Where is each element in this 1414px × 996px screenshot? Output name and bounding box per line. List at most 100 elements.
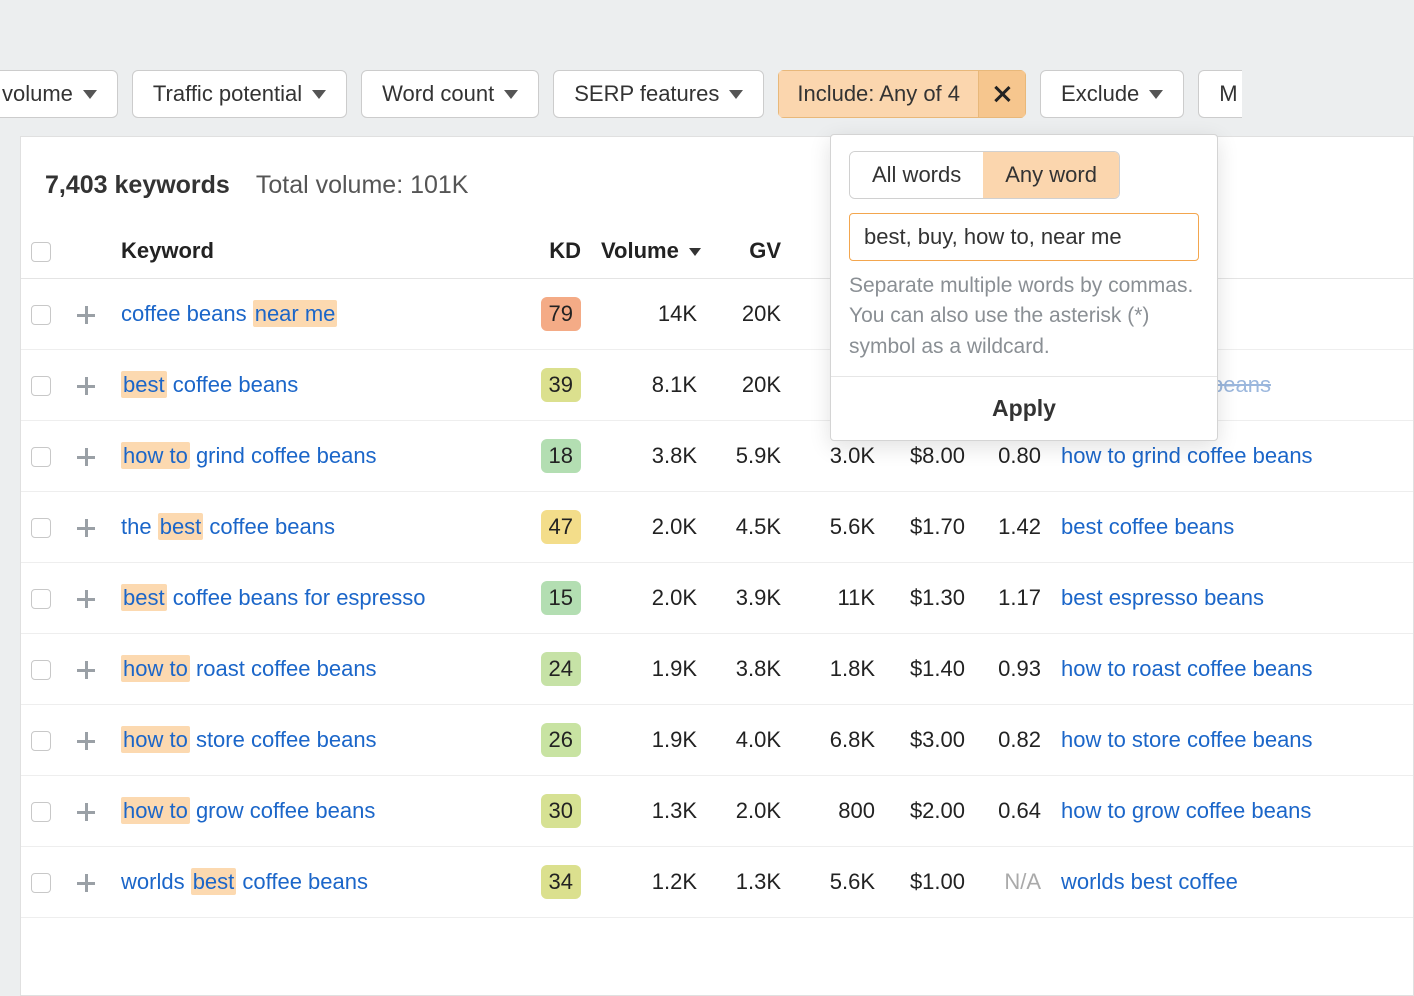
keyword-link[interactable]: how to grow coffee beans — [121, 797, 375, 824]
gv-value: 4.0K — [707, 705, 791, 776]
cpc-value: $1.40 — [885, 634, 975, 705]
match-tabs: ms match Phrase match — [0, 0, 1414, 16]
keyword-link[interactable]: best coffee beans for espresso — [121, 584, 425, 611]
row-checkbox[interactable] — [31, 305, 51, 325]
filter-include-chip: Include: Any of 4 — [778, 70, 1026, 118]
include-hint-text: Separate multiple words by commas. You c… — [831, 271, 1217, 376]
cpc-value: $1.70 — [885, 492, 975, 563]
gv-value: 3.9K — [707, 563, 791, 634]
gv-value: 5.9K — [707, 421, 791, 492]
select-all-checkbox[interactable] — [31, 242, 51, 262]
col-gv[interactable]: GV — [707, 224, 791, 279]
kd-badge: 47 — [541, 510, 581, 544]
row-checkbox[interactable] — [31, 873, 51, 893]
filter-volume[interactable]: volume — [0, 70, 118, 118]
filter-serp-features[interactable]: SERP features — [553, 70, 764, 118]
keyword-link[interactable]: the best coffee beans — [121, 513, 335, 540]
segment-any-word[interactable]: Any word — [983, 152, 1119, 198]
chevron-down-icon — [504, 90, 518, 99]
expand-icon[interactable] — [77, 519, 95, 537]
tp-value: 11K — [791, 563, 885, 634]
keyword-link[interactable]: how to roast coffee beans — [121, 655, 377, 682]
keyword-link[interactable]: best coffee beans — [121, 371, 298, 398]
cps-value: 0.93 — [975, 634, 1051, 705]
total-volume: Total volume: 101K — [256, 171, 469, 200]
filter-more-label: M — [1219, 81, 1237, 107]
kd-badge: 24 — [541, 652, 581, 686]
table-row: how to store coffee beans261.9K4.0K6.8K$… — [21, 705, 1413, 776]
row-checkbox[interactable] — [31, 447, 51, 467]
volume-value: 14K — [591, 279, 707, 350]
parent-topic-link[interactable]: how to roast coffee beans — [1061, 656, 1313, 681]
cps-value: N/A — [975, 847, 1051, 918]
volume-value: 8.1K — [591, 350, 707, 421]
tp-value: 1.8K — [791, 634, 885, 705]
volume-value: 3.8K — [591, 421, 707, 492]
filter-exclude[interactable]: Exclude — [1040, 70, 1184, 118]
volume-value: 1.9K — [591, 705, 707, 776]
keyword-link[interactable]: worlds best coffee beans — [121, 868, 368, 895]
tp-value: 5.6K — [791, 492, 885, 563]
filter-more[interactable]: M — [1198, 70, 1241, 118]
keyword-link[interactable]: how to store coffee beans — [121, 726, 377, 753]
expand-icon[interactable] — [77, 448, 95, 466]
parent-topic-link[interactable]: how to store coffee beans — [1061, 727, 1313, 752]
col-keyword[interactable]: Keyword — [111, 224, 511, 279]
filter-include-label[interactable]: Include: Any of 4 — [778, 70, 979, 118]
parent-topic-link[interactable]: worlds best coffee — [1061, 869, 1238, 894]
row-checkbox[interactable] — [31, 731, 51, 751]
sort-desc-icon — [689, 248, 701, 256]
parent-topic-link[interactable]: best espresso beans — [1061, 585, 1264, 610]
gv-value: 20K — [707, 350, 791, 421]
filters-row: volume Traffic potential Word count SERP… — [0, 16, 1414, 136]
volume-value: 1.3K — [591, 776, 707, 847]
filter-include-clear[interactable] — [979, 70, 1026, 118]
cpc-value: $1.00 — [885, 847, 975, 918]
include-terms-input[interactable] — [849, 213, 1199, 261]
tp-value: 5.6K — [791, 847, 885, 918]
col-volume[interactable]: Volume — [591, 224, 707, 279]
table-row: best coffee beans for espresso152.0K3.9K… — [21, 563, 1413, 634]
filter-traffic-potential-label: Traffic potential — [153, 81, 302, 107]
chevron-down-icon — [83, 90, 97, 99]
gv-value: 1.3K — [707, 847, 791, 918]
kd-badge: 79 — [541, 297, 581, 331]
gv-value: 2.0K — [707, 776, 791, 847]
expand-icon[interactable] — [77, 377, 95, 395]
expand-icon[interactable] — [77, 661, 95, 679]
chevron-down-icon — [312, 90, 326, 99]
chevron-down-icon — [729, 90, 743, 99]
filter-word-count[interactable]: Word count — [361, 70, 539, 118]
expand-icon[interactable] — [77, 306, 95, 324]
cps-value: N/A — [1004, 869, 1041, 894]
row-checkbox[interactable] — [31, 802, 51, 822]
filter-traffic-potential[interactable]: Traffic potential — [132, 70, 347, 118]
row-checkbox[interactable] — [31, 376, 51, 396]
filter-exclude-label: Exclude — [1061, 81, 1139, 107]
table-row: worlds best coffee beans341.2K1.3K5.6K$1… — [21, 847, 1413, 918]
parent-topic-link[interactable]: best coffee beans — [1061, 514, 1234, 539]
filter-volume-label: volume — [2, 81, 73, 107]
expand-icon[interactable] — [77, 590, 95, 608]
volume-value: 1.9K — [591, 634, 707, 705]
cps-value: 0.64 — [975, 776, 1051, 847]
volume-value: 1.2K — [591, 847, 707, 918]
keyword-link[interactable]: coffee beans near me — [121, 300, 337, 327]
tp-value: 6.8K — [791, 705, 885, 776]
match-mode-segment: All words Any word — [849, 151, 1120, 199]
tp-value: 800 — [791, 776, 885, 847]
parent-topic-link[interactable]: how to grind coffee beans — [1061, 443, 1313, 468]
row-checkbox[interactable] — [31, 660, 51, 680]
parent-topic-link[interactable]: how to grow coffee beans — [1061, 798, 1311, 823]
expand-icon[interactable] — [77, 874, 95, 892]
col-kd[interactable]: KD — [511, 224, 591, 279]
cpc-value: $1.30 — [885, 563, 975, 634]
expand-icon[interactable] — [77, 803, 95, 821]
kd-badge: 18 — [541, 439, 581, 473]
row-checkbox[interactable] — [31, 589, 51, 609]
keyword-link[interactable]: how to grind coffee beans — [121, 442, 377, 469]
apply-button[interactable]: Apply — [831, 376, 1217, 440]
row-checkbox[interactable] — [31, 518, 51, 538]
expand-icon[interactable] — [77, 732, 95, 750]
segment-all-words[interactable]: All words — [850, 152, 983, 198]
